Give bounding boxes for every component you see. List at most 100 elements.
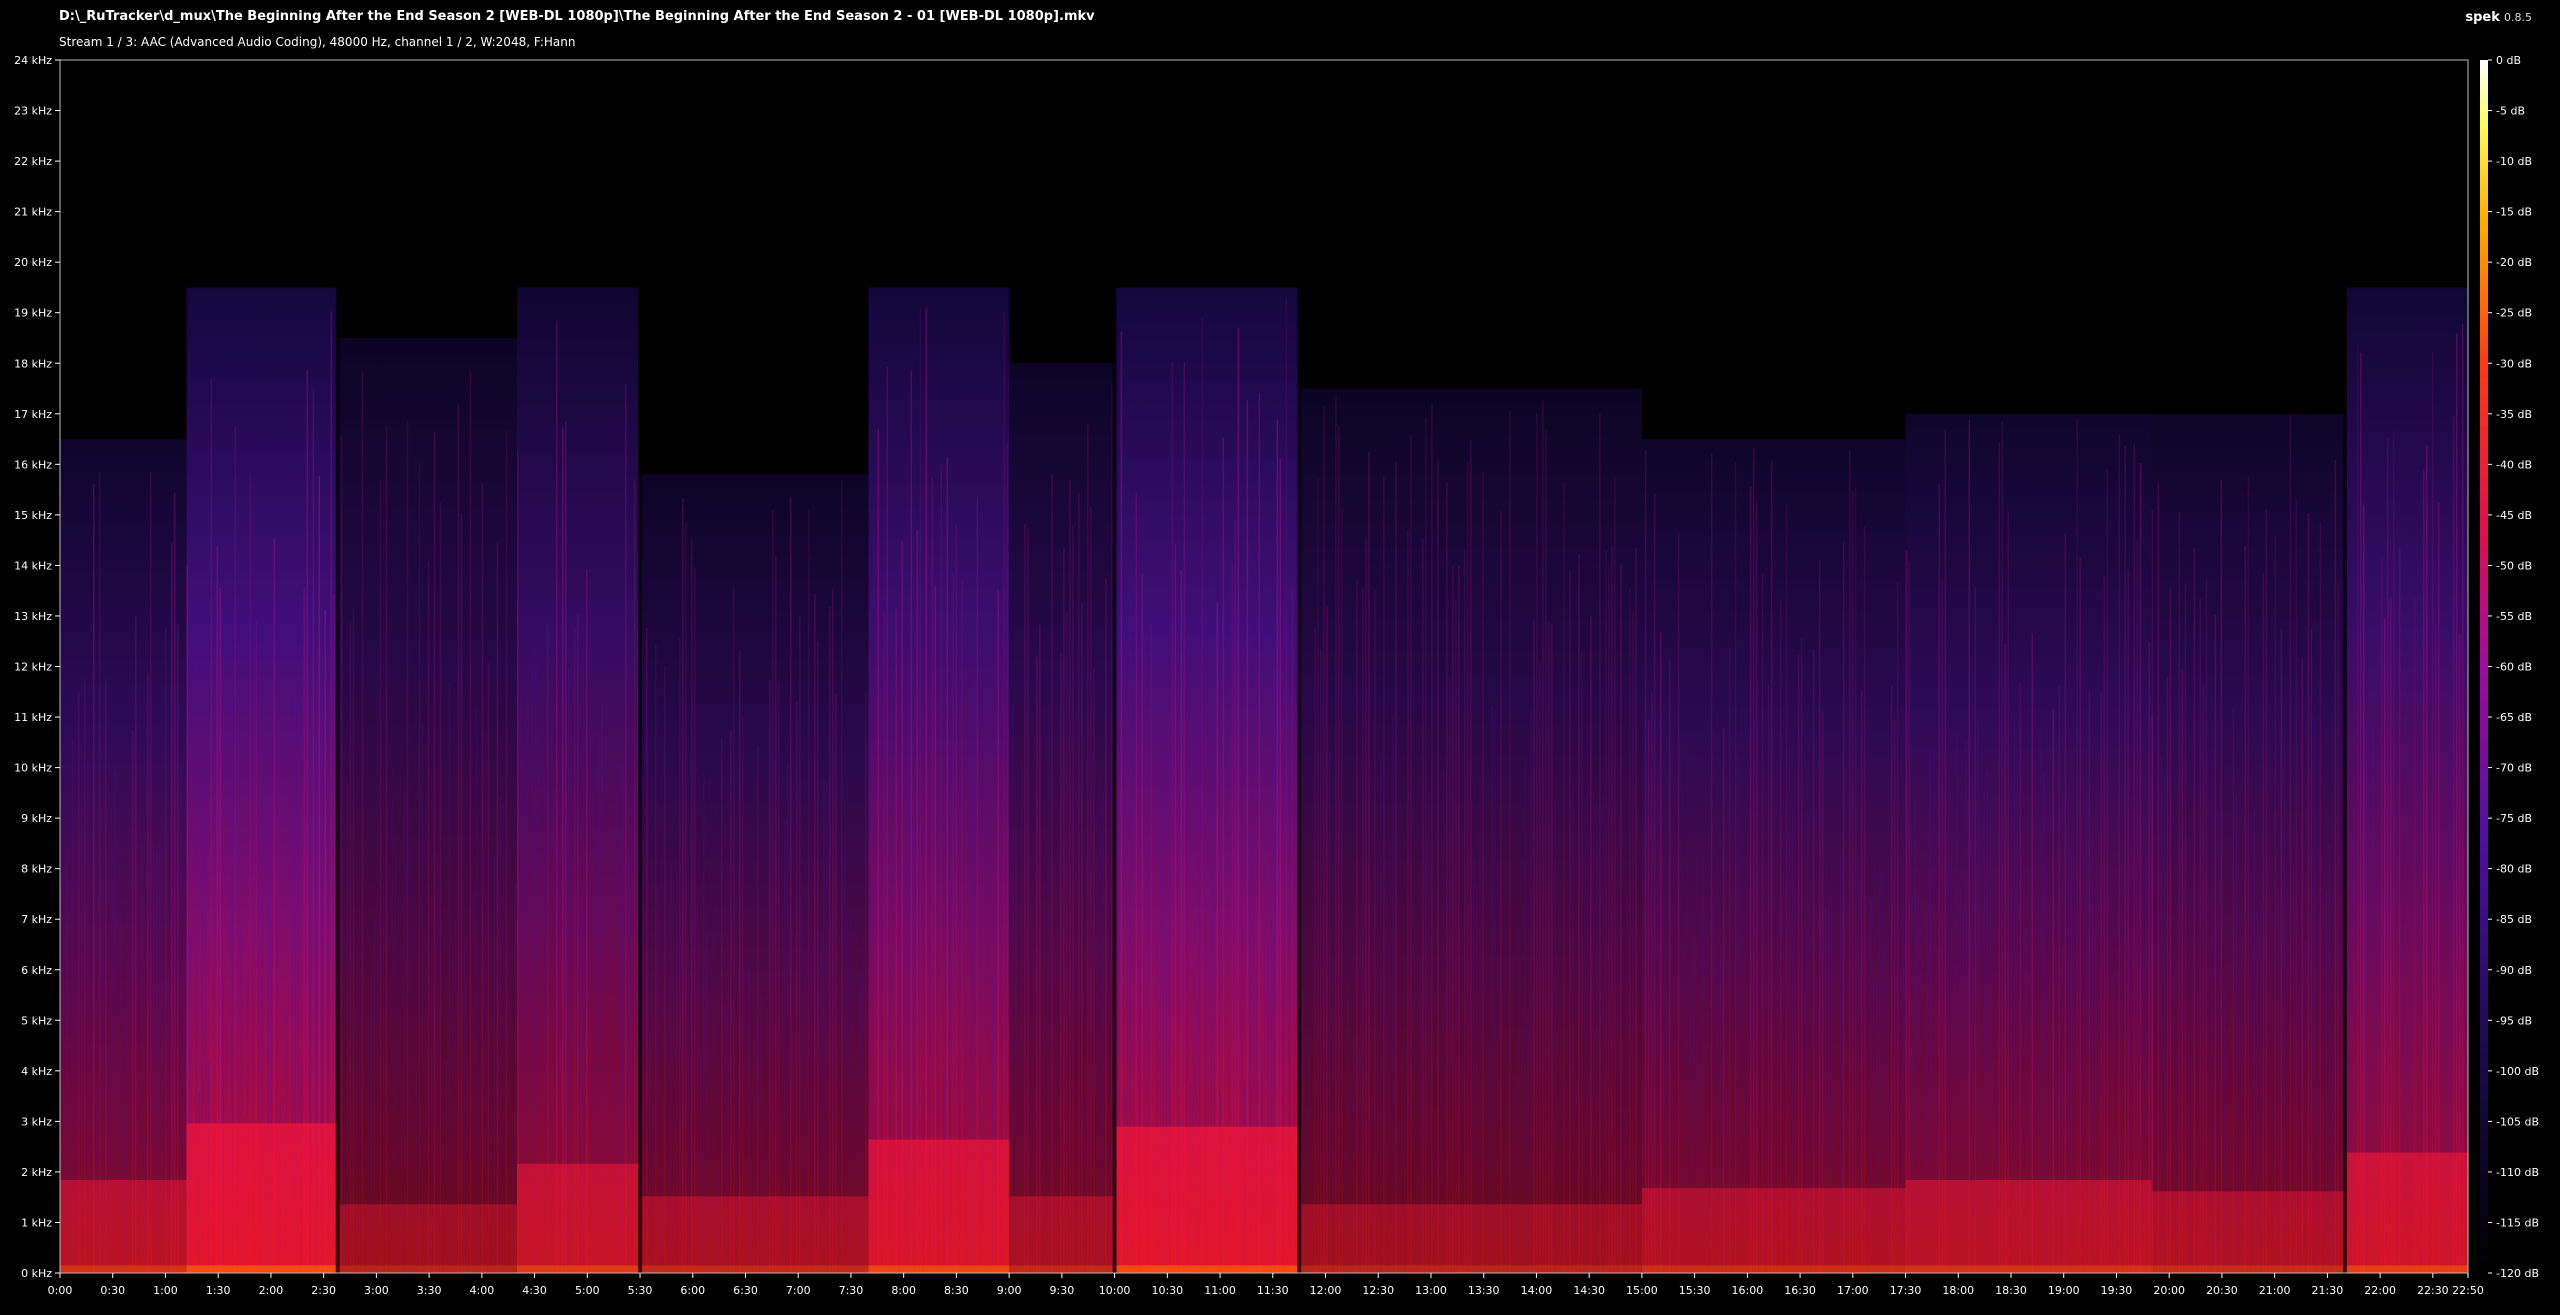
streak [2268,726,2271,1273]
bass-energy [1641,1265,1906,1273]
streak [2004,644,2007,1273]
x-tick-label: 5:00 [575,1284,600,1297]
y-tick-label: 21 kHz [14,206,52,219]
streak [1749,486,1752,1274]
streak [733,585,735,1273]
colorbar-tick-label: -65 dB [2496,711,2532,724]
streak [2247,476,2250,1273]
bass-energy [1905,1265,2152,1273]
streak [730,729,732,1273]
y-tick-label: 11 kHz [14,711,52,724]
streak [2289,415,2292,1273]
streak [2307,513,2310,1273]
streak [361,371,364,1273]
spectrum-segment [186,287,339,1273]
low-freq-energy [1641,1188,1906,1273]
streak [1554,799,1556,1273]
streak [1677,532,1680,1273]
streak [2151,509,2154,1273]
streak [1392,715,1394,1273]
streak [1111,383,1113,1273]
streak [1422,537,1424,1273]
frequency-axis: 0 kHz 1 kHz 2 kHz 3 kHz 4 kHz 5 kHz 6 kHz 7 kHz… [14,54,60,1280]
streak [624,384,627,1274]
streak [555,322,558,1274]
streak [2280,629,2283,1273]
streak [406,421,409,1273]
spectrum-segment [1114,287,1300,1274]
streak [1905,550,1908,1273]
colorbar-tick-label: -110 dB [2496,1166,2539,1179]
x-tick-label: 19:00 [2048,1284,2080,1297]
streak [2193,547,2196,1273]
streak [814,593,816,1273]
streak [349,622,352,1273]
streak [564,421,567,1273]
y-tick-label: 5 kHz [21,1014,52,1027]
streak [1581,650,1583,1273]
spectrum-segment [1009,363,1116,1274]
y-tick-label: 9 kHz [21,812,52,825]
streak [925,307,928,1274]
y-tick-label: 18 kHz [14,357,52,370]
streak [886,367,889,1273]
streak [1752,448,1755,1273]
y-tick-label: 10 kHz [14,762,52,775]
spectrum-segment [516,287,642,1274]
x-tick-label: 10:30 [1151,1284,1183,1297]
streak [1533,619,1535,1273]
streak [1860,690,1863,1273]
bass-energy [60,1265,187,1273]
streak [1081,602,1083,1273]
x-tick-label: 4:30 [522,1284,547,1297]
low-freq-energy [640,1196,869,1273]
colorbar-tick-label: -40 dB [2496,458,2532,471]
x-tick-label: 9:00 [997,1284,1022,1297]
streak [1812,649,1815,1273]
spectrum-segment [868,287,1010,1274]
streak [340,436,343,1273]
bass-energy [1114,1265,1300,1273]
low-freq-energy [2344,1152,2468,1273]
colorbar-tick-label: -30 dB [2496,357,2532,370]
low-freq-energy [868,1139,1010,1273]
x-tick-label: 7:00 [786,1284,811,1297]
streak [2127,569,2130,1273]
x-tick-label: 0:30 [100,1284,125,1297]
colorbar-gradient [2480,60,2488,1273]
streak [835,693,837,1273]
streak [2181,669,2184,1273]
streak [691,540,693,1273]
streak [1578,554,1580,1273]
streak [1854,487,1857,1273]
streak [1078,492,1080,1273]
streak [772,509,774,1273]
streak [1548,622,1550,1273]
x-tick-label: 8:00 [891,1284,916,1297]
bass-energy [868,1265,1010,1273]
streak [1551,623,1553,1273]
streak [742,715,744,1273]
y-tick-label: 22 kHz [14,155,52,168]
streak [403,791,406,1273]
streak [2319,522,2322,1273]
x-tick-label: 3:00 [364,1284,389,1297]
streak [1395,461,1397,1273]
low-freq-energy [337,1204,517,1273]
bass-energy [640,1265,869,1273]
streak [1075,713,1077,1273]
streak [2274,535,2277,1273]
colorbar-tick-label: -60 dB [2496,661,2532,674]
y-tick-label: 14 kHz [14,559,52,572]
streak [1770,461,1773,1273]
low-freq-energy [2151,1191,2345,1273]
streak [561,427,564,1274]
streak [646,627,648,1273]
streak [2337,582,2340,1273]
streak [499,796,502,1273]
y-tick-label: 13 kHz [14,610,52,623]
streak [2313,717,2316,1273]
x-tick-label: 3:30 [417,1284,442,1297]
streak [1530,710,1532,1273]
streak [919,306,922,1274]
